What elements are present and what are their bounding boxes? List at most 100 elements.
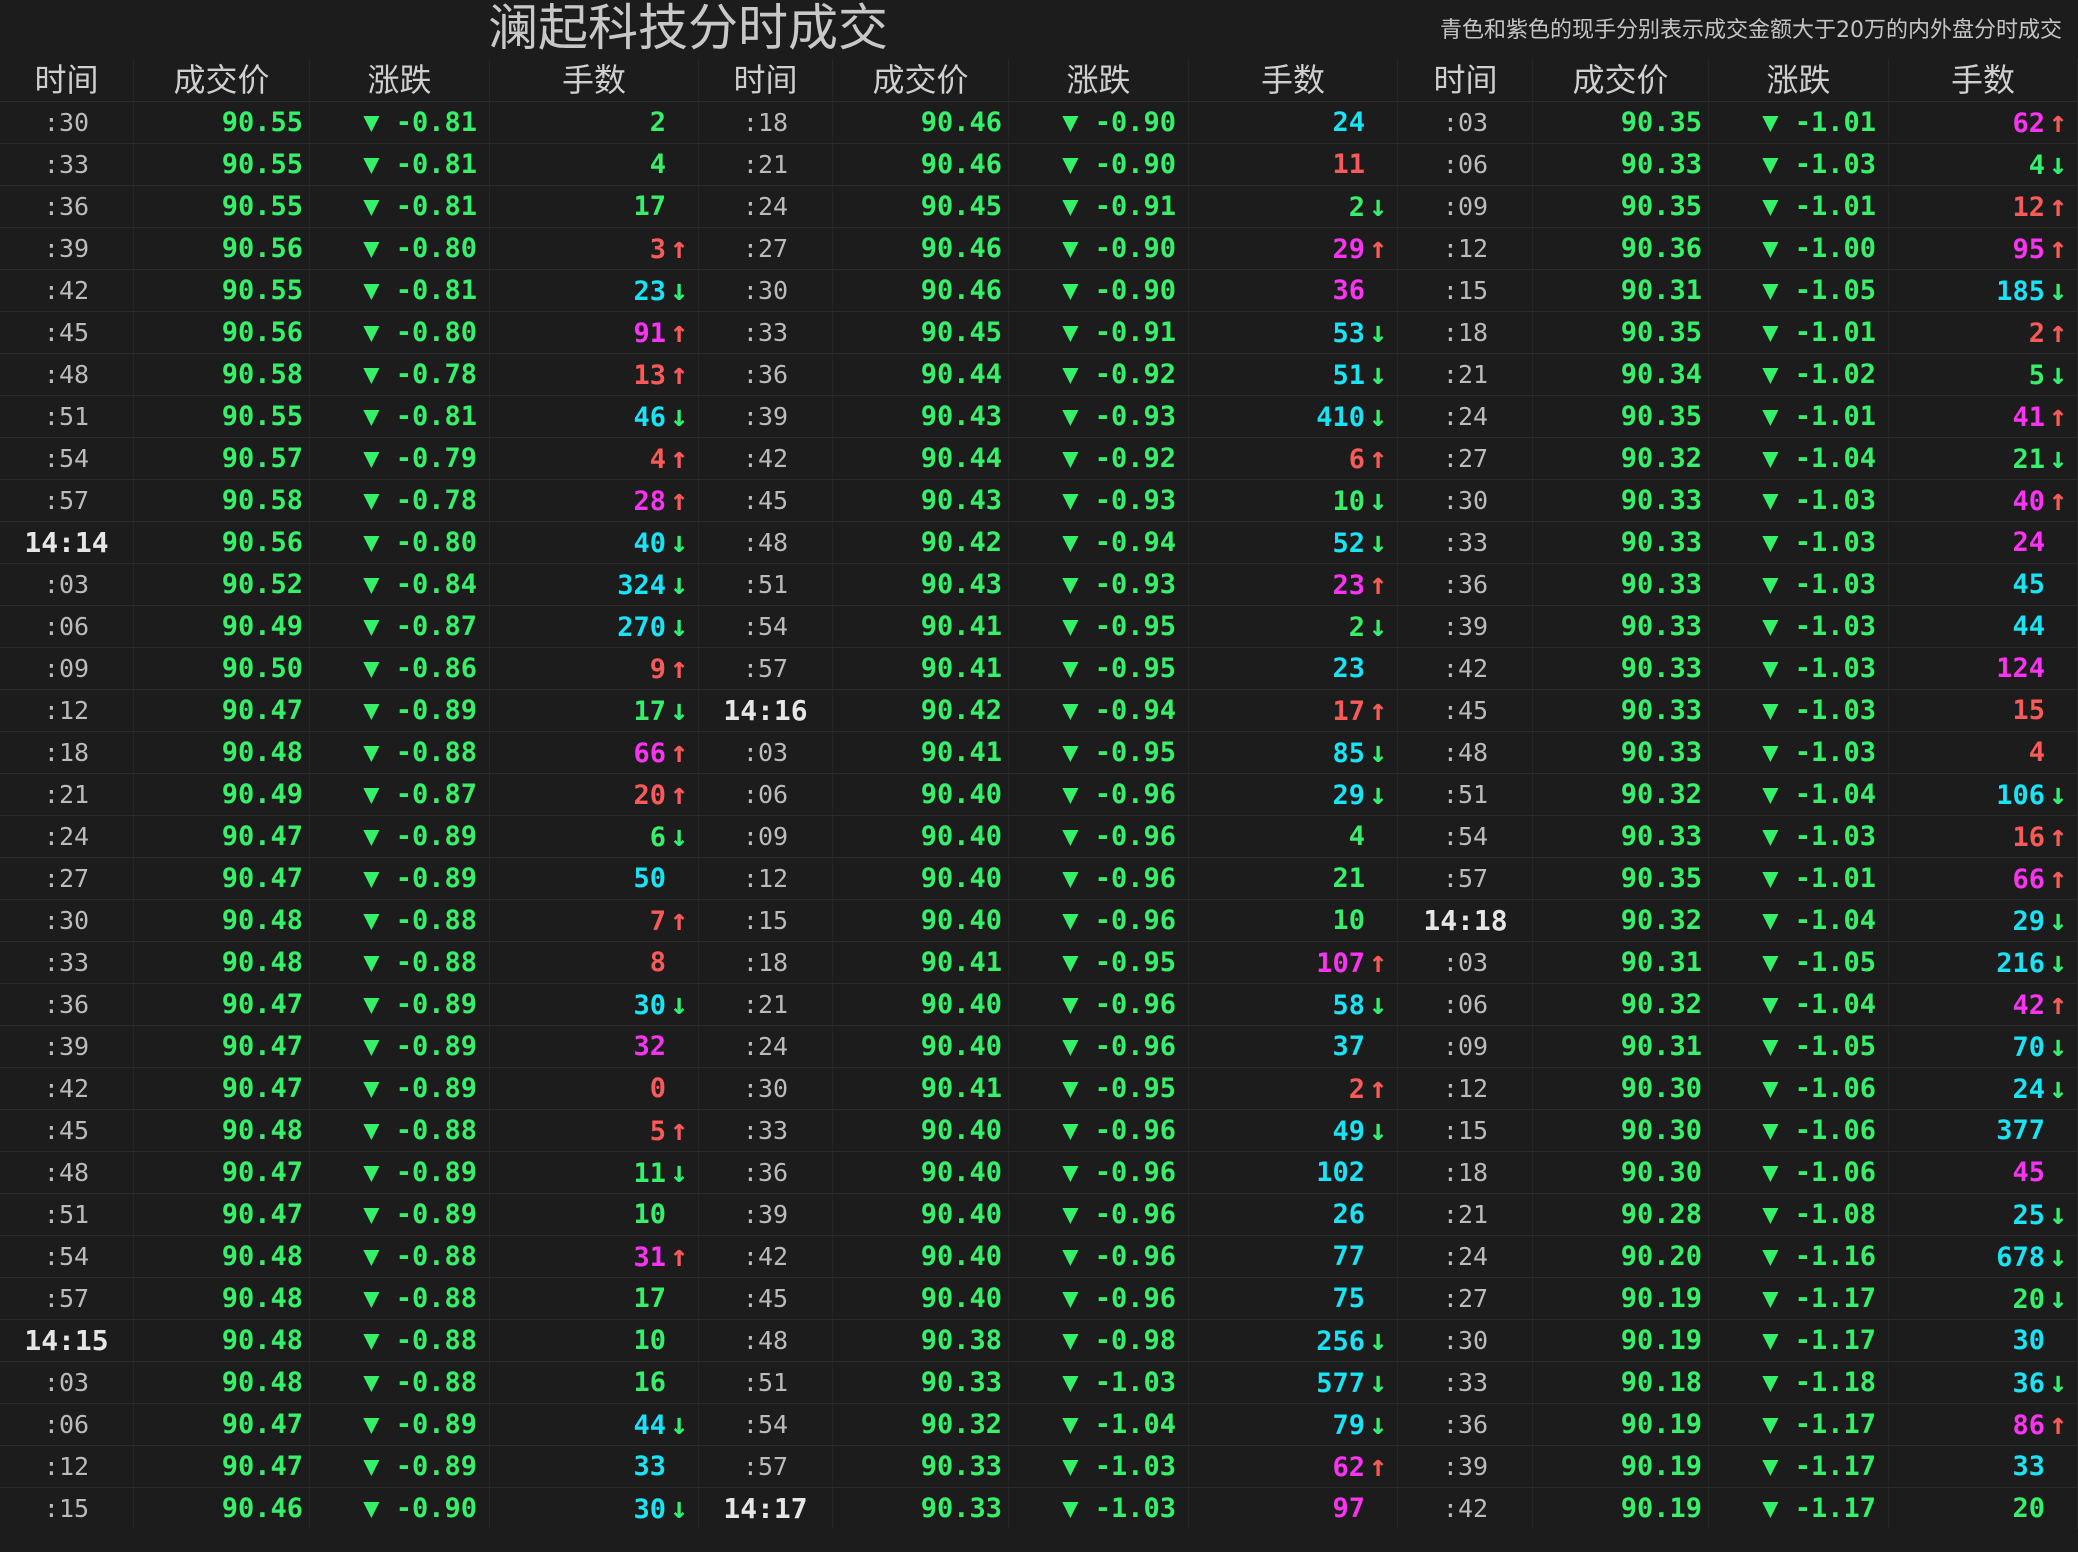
trade-row[interactable]: :51 90.32 ▼ -1.04 106 ↓ [1399, 773, 2078, 815]
trade-row[interactable]: :48 90.42 ▼ -0.94 52 ↓ [699, 521, 1399, 563]
trade-row[interactable]: :39 90.56 ▼ -0.80 3 ↑ [0, 227, 699, 269]
header-change[interactable]: 涨跌 [1709, 59, 1889, 101]
trade-row[interactable]: :30 90.33 ▼ -1.03 40 ↑ [1399, 479, 2078, 521]
header-price[interactable]: 成交价 [833, 59, 1009, 101]
trade-row[interactable]: :33 90.55 ▼ -0.81 4 [0, 143, 699, 185]
trade-row[interactable]: 14:15 90.48 ▼ -0.88 10 [0, 1319, 699, 1361]
trade-row[interactable]: :12 90.40 ▼ -0.96 21 [699, 857, 1399, 899]
trade-row[interactable]: :36 90.55 ▼ -0.81 17 [0, 185, 699, 227]
trade-row[interactable]: :33 90.45 ▼ -0.91 53 ↓ [699, 311, 1399, 353]
trade-row[interactable]: :51 90.43 ▼ -0.93 23 ↑ [699, 563, 1399, 605]
trade-row[interactable]: :39 90.40 ▼ -0.96 26 [699, 1193, 1399, 1235]
header-price[interactable]: 成交价 [134, 59, 310, 101]
trade-row[interactable]: 14:18 90.32 ▼ -1.04 29 ↓ [1399, 899, 2078, 941]
trade-row[interactable]: :45 90.56 ▼ -0.80 91 ↑ [0, 311, 699, 353]
trade-row[interactable]: :57 90.48 ▼ -0.88 17 [0, 1277, 699, 1319]
trade-row[interactable]: :48 90.33 ▼ -1.03 4 [1399, 731, 2078, 773]
trade-row[interactable]: :33 90.40 ▼ -0.96 49 ↓ [699, 1109, 1399, 1151]
trade-row[interactable]: :36 90.44 ▼ -0.92 51 ↓ [699, 353, 1399, 395]
trade-row[interactable]: :24 90.47 ▼ -0.89 6 ↓ [0, 815, 699, 857]
trade-row[interactable]: :18 90.35 ▼ -1.01 2 ↑ [1399, 311, 2078, 353]
trade-grid[interactable]: 时间 成交价 涨跌 手数 :30 90.55 ▼ -0.81 2:33 90.55 ▼ -… [0, 59, 2078, 1529]
trade-row[interactable]: :03 90.48 ▼ -0.88 16 [0, 1361, 699, 1403]
trade-row[interactable]: :06 90.33 ▼ -1.03 4 ↓ [1399, 143, 2078, 185]
trade-row[interactable]: :15 90.46 ▼ -0.90 30 ↓ [0, 1487, 699, 1529]
header-time[interactable]: 时间 [699, 59, 833, 101]
trade-row[interactable]: :15 90.40 ▼ -0.96 10 [699, 899, 1399, 941]
trade-row[interactable]: :39 90.43 ▼ -0.93 410 ↓ [699, 395, 1399, 437]
trade-row[interactable]: :03 90.52 ▼ -0.84 324 ↓ [0, 563, 699, 605]
trade-row[interactable]: :27 90.19 ▼ -1.17 20 ↓ [1399, 1277, 2078, 1319]
trade-row[interactable]: :24 90.40 ▼ -0.96 37 [699, 1025, 1399, 1067]
trade-row[interactable]: :39 90.33 ▼ -1.03 44 [1399, 605, 2078, 647]
header-change[interactable]: 涨跌 [1009, 59, 1189, 101]
trade-row[interactable]: :39 90.47 ▼ -0.89 32 [0, 1025, 699, 1067]
trade-row[interactable]: :30 90.48 ▼ -0.88 7 ↑ [0, 899, 699, 941]
trade-row[interactable]: :06 90.32 ▼ -1.04 42 ↑ [1399, 983, 2078, 1025]
trade-row[interactable]: :36 90.33 ▼ -1.03 45 [1399, 563, 2078, 605]
trade-row[interactable]: :12 90.36 ▼ -1.00 95 ↑ [1399, 227, 2078, 269]
trade-row[interactable]: :33 90.48 ▼ -0.88 8 [0, 941, 699, 983]
header-volume[interactable]: 手数 [1889, 59, 2078, 101]
header-time[interactable]: 时间 [0, 59, 134, 101]
trade-row[interactable]: :21 90.46 ▼ -0.90 11 [699, 143, 1399, 185]
trade-row[interactable]: :09 90.40 ▼ -0.96 4 [699, 815, 1399, 857]
trade-row[interactable]: :18 90.48 ▼ -0.88 66 ↑ [0, 731, 699, 773]
trade-row[interactable]: :12 90.30 ▼ -1.06 24 ↓ [1399, 1067, 2078, 1109]
trade-row[interactable]: :48 90.47 ▼ -0.89 11 ↓ [0, 1151, 699, 1193]
trade-row[interactable]: :27 90.46 ▼ -0.90 29 ↑ [699, 227, 1399, 269]
trade-row[interactable]: :06 90.47 ▼ -0.89 44 ↓ [0, 1403, 699, 1445]
trade-row[interactable]: :24 90.20 ▼ -1.16 678 ↓ [1399, 1235, 2078, 1277]
trade-row[interactable]: :12 90.47 ▼ -0.89 17 ↓ [0, 689, 699, 731]
trade-row[interactable]: :54 90.41 ▼ -0.95 2 ↓ [699, 605, 1399, 647]
trade-row[interactable]: :30 90.19 ▼ -1.17 30 [1399, 1319, 2078, 1361]
trade-row[interactable]: :15 90.31 ▼ -1.05 185 ↓ [1399, 269, 2078, 311]
trade-row[interactable]: :54 90.48 ▼ -0.88 31 ↑ [0, 1235, 699, 1277]
trade-row[interactable]: :36 90.47 ▼ -0.89 30 ↓ [0, 983, 699, 1025]
trade-row[interactable]: :03 90.31 ▼ -1.05 216 ↓ [1399, 941, 2078, 983]
trade-row[interactable]: :33 90.33 ▼ -1.03 24 [1399, 521, 2078, 563]
trade-row[interactable]: :51 90.55 ▼ -0.81 46 ↓ [0, 395, 699, 437]
trade-row[interactable]: :09 90.35 ▼ -1.01 12 ↑ [1399, 185, 2078, 227]
trade-row[interactable]: :33 90.18 ▼ -1.18 36 ↓ [1399, 1361, 2078, 1403]
header-volume[interactable]: 手数 [1189, 59, 1398, 101]
trade-row[interactable]: :51 90.33 ▼ -1.03 577 ↓ [699, 1361, 1399, 1403]
trade-row[interactable]: :24 90.45 ▼ -0.91 2 ↓ [699, 185, 1399, 227]
trade-row[interactable]: :18 90.46 ▼ -0.90 24 [699, 101, 1399, 143]
trade-row[interactable]: :27 90.47 ▼ -0.89 50 [0, 857, 699, 899]
trade-row[interactable]: :51 90.47 ▼ -0.89 10 [0, 1193, 699, 1235]
trade-row[interactable]: :45 90.33 ▼ -1.03 15 [1399, 689, 2078, 731]
trade-row[interactable]: :18 90.41 ▼ -0.95 107 ↑ [699, 941, 1399, 983]
trade-row[interactable]: :21 90.49 ▼ -0.87 20 ↑ [0, 773, 699, 815]
trade-row[interactable]: :54 90.33 ▼ -1.03 16 ↑ [1399, 815, 2078, 857]
trade-row[interactable]: :18 90.30 ▼ -1.06 45 [1399, 1151, 2078, 1193]
trade-row[interactable]: :57 90.41 ▼ -0.95 23 [699, 647, 1399, 689]
trade-row[interactable]: 14:16 90.42 ▼ -0.94 17 ↑ [699, 689, 1399, 731]
header-change[interactable]: 涨跌 [310, 59, 490, 101]
trade-row[interactable]: :54 90.32 ▼ -1.04 79 ↓ [699, 1403, 1399, 1445]
trade-row[interactable]: :42 90.55 ▼ -0.81 23 ↓ [0, 269, 699, 311]
trade-row[interactable]: :39 90.19 ▼ -1.17 33 [1399, 1445, 2078, 1487]
trade-row[interactable]: :36 90.40 ▼ -0.96 102 [699, 1151, 1399, 1193]
trade-row[interactable]: :27 90.32 ▼ -1.04 21 ↓ [1399, 437, 2078, 479]
trade-row[interactable]: :30 90.41 ▼ -0.95 2 ↑ [699, 1067, 1399, 1109]
trade-row[interactable]: :24 90.35 ▼ -1.01 41 ↑ [1399, 395, 2078, 437]
trade-row[interactable]: :57 90.58 ▼ -0.78 28 ↑ [0, 479, 699, 521]
trade-row[interactable]: :30 90.46 ▼ -0.90 36 [699, 269, 1399, 311]
trade-row[interactable]: :06 90.49 ▼ -0.87 270 ↓ [0, 605, 699, 647]
trade-row[interactable]: :45 90.43 ▼ -0.93 10 ↓ [699, 479, 1399, 521]
header-volume[interactable]: 手数 [490, 59, 699, 101]
trade-row[interactable]: :48 90.38 ▼ -0.98 256 ↓ [699, 1319, 1399, 1361]
trade-row[interactable]: :12 90.47 ▼ -0.89 33 [0, 1445, 699, 1487]
header-time[interactable]: 时间 [1399, 59, 1533, 101]
trade-row[interactable]: :21 90.28 ▼ -1.08 25 ↓ [1399, 1193, 2078, 1235]
trade-row[interactable]: :42 90.33 ▼ -1.03 124 [1399, 647, 2078, 689]
trade-row[interactable]: :48 90.58 ▼ -0.78 13 ↑ [0, 353, 699, 395]
trade-row[interactable]: :30 90.55 ▼ -0.81 2 [0, 101, 699, 143]
header-price[interactable]: 成交价 [1533, 59, 1709, 101]
trade-row[interactable]: :42 90.47 ▼ -0.89 0 [0, 1067, 699, 1109]
trade-row[interactable]: :36 90.19 ▼ -1.17 86 ↑ [1399, 1403, 2078, 1445]
trade-row[interactable]: :03 90.35 ▼ -1.01 62 ↑ [1399, 101, 2078, 143]
trade-row[interactable]: :42 90.19 ▼ -1.17 20 [1399, 1487, 2078, 1529]
trade-row[interactable]: :42 90.44 ▼ -0.92 6 ↑ [699, 437, 1399, 479]
